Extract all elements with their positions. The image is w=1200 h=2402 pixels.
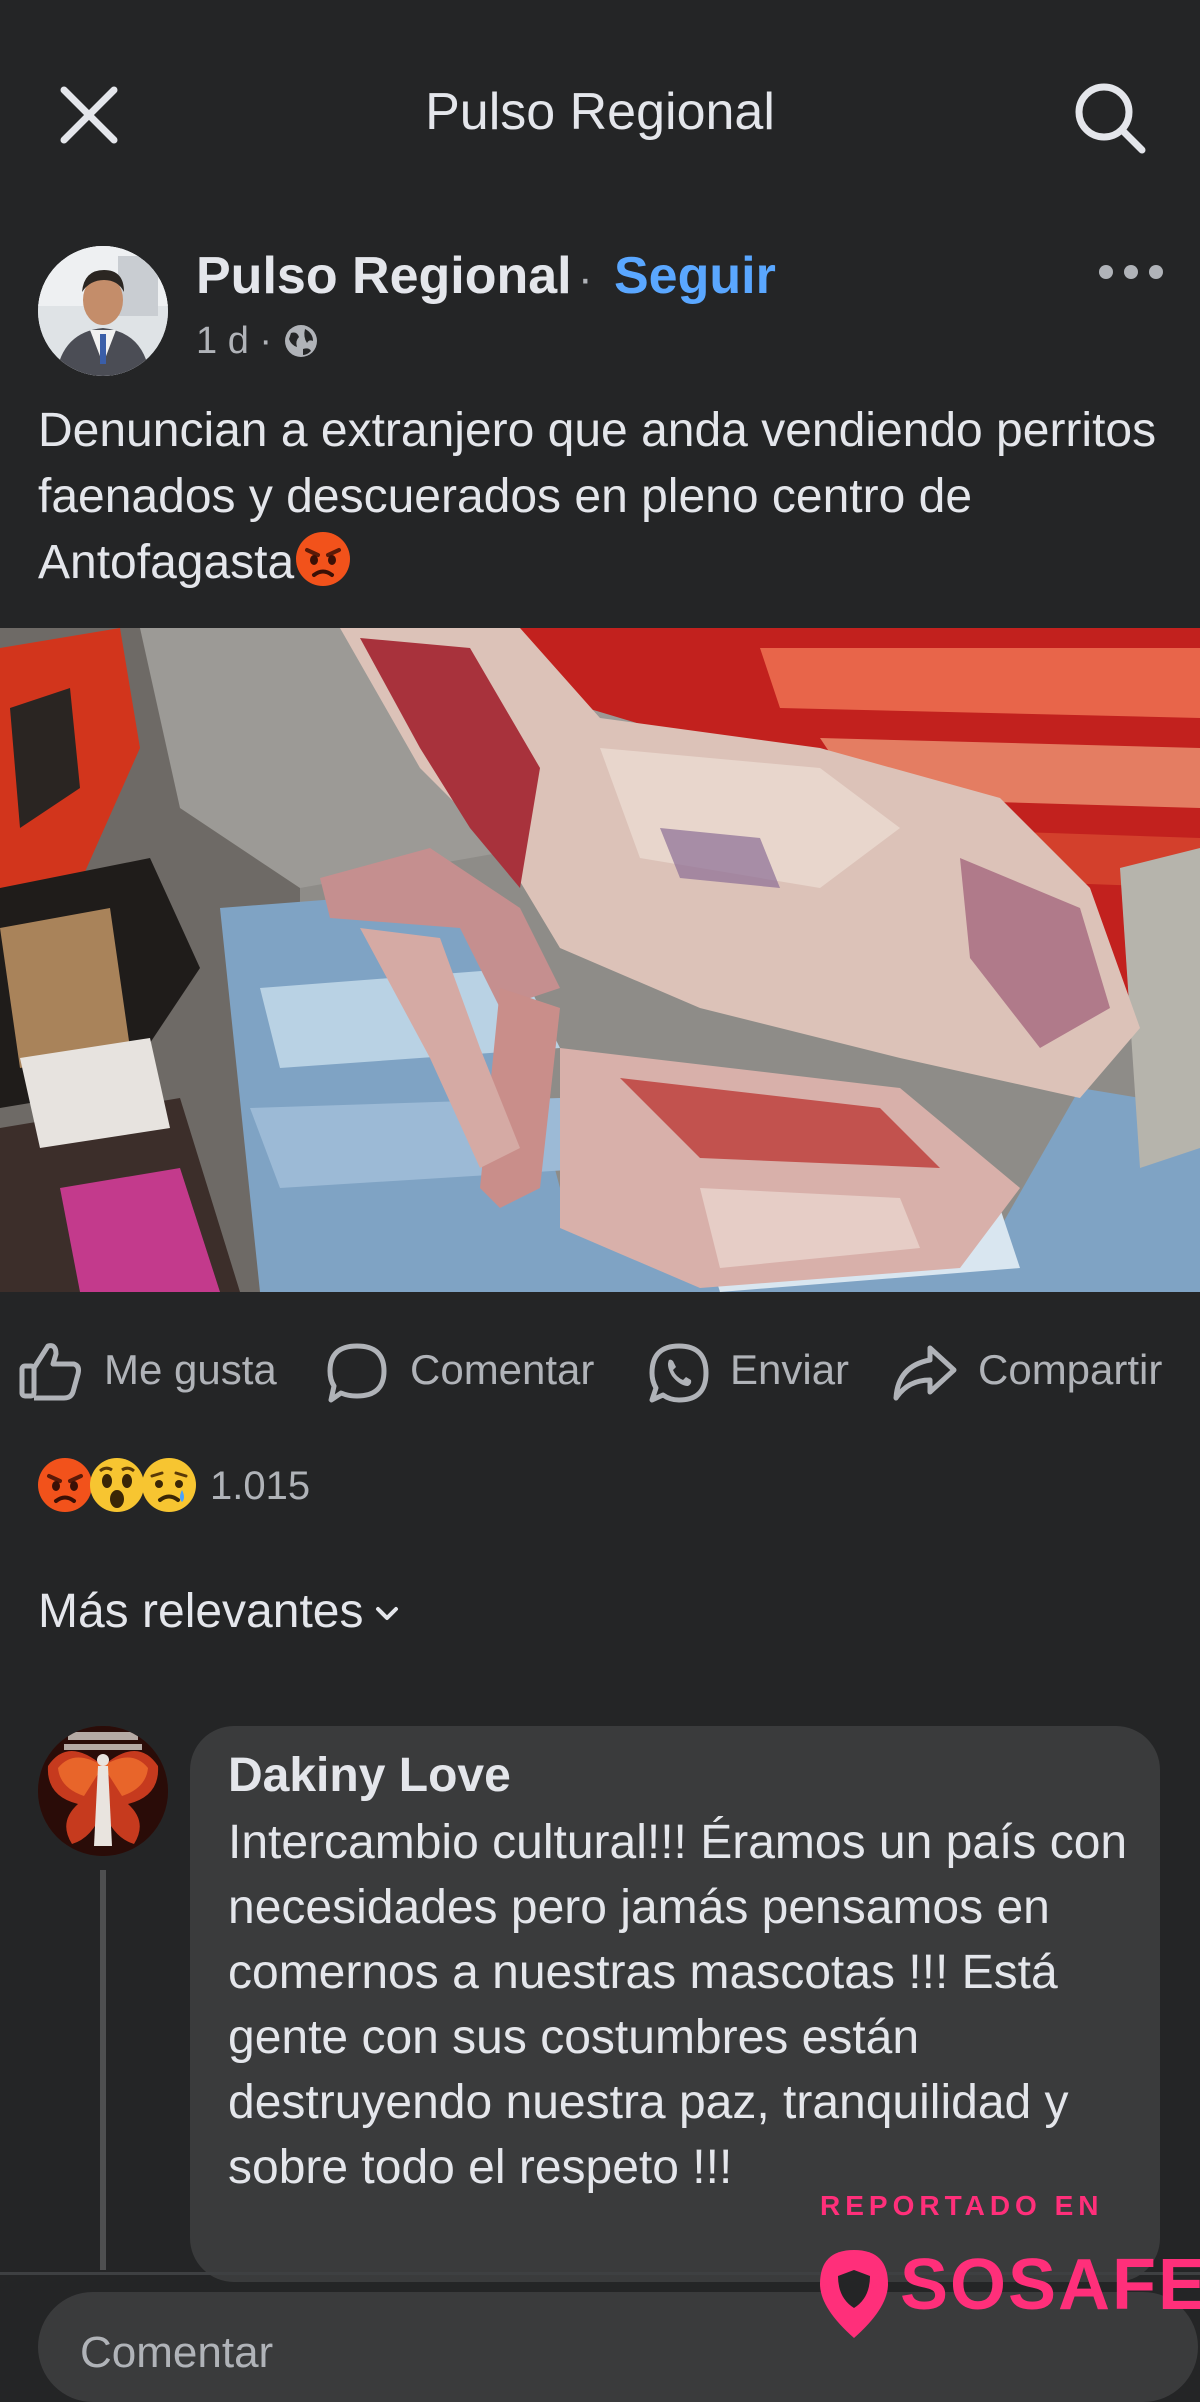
- post-text: Denuncian a extranjero que anda vendiend…: [38, 398, 1168, 596]
- thread-line: [100, 1870, 106, 2270]
- reactions-summary[interactable]: 1.015: [36, 1456, 436, 1516]
- share-label: Compartir: [978, 1346, 1163, 1393]
- top-bar: Pulso Regional: [0, 60, 1200, 170]
- comment-input-placeholder: Comentar: [80, 2328, 274, 2377]
- status-bar: [0, 0, 1200, 14]
- meta-separator: ·: [259, 320, 283, 362]
- comment-icon: [327, 1343, 387, 1403]
- like-button[interactable]: Me gusta: [18, 1336, 288, 1406]
- like-label: Me gusta: [104, 1346, 277, 1393]
- send-label: Enviar: [730, 1346, 850, 1393]
- share-button[interactable]: Compartir: [890, 1336, 1190, 1406]
- page-title: Pulso Regional: [425, 83, 775, 141]
- sad-reaction-icon: [142, 1458, 196, 1512]
- angry-face-emoji: [296, 532, 351, 586]
- watermark-brand: SOSAFE: [900, 2245, 1200, 2325]
- wow-reaction-icon: [90, 1458, 144, 1512]
- comment-text: Intercambio cultural!!! Éramos un país c…: [228, 1816, 1128, 2194]
- post-text-content: Denuncian a extranjero que anda vendiend…: [38, 404, 1157, 589]
- post-author[interactable]: Pulso Regional: [196, 246, 572, 306]
- comment-sort-label: Más relevantes: [38, 1585, 364, 1638]
- whatsapp-icon: [649, 1343, 709, 1403]
- share-icon: [893, 1345, 957, 1401]
- post-meta: 1 d ·: [196, 320, 319, 363]
- chevron-down-icon: [376, 1607, 399, 1621]
- sosafe-watermark: REPORTADO EN SOSAFE: [800, 2190, 1200, 2352]
- post-time[interactable]: 1 d: [196, 320, 249, 362]
- commenter-avatar[interactable]: [38, 1726, 168, 1856]
- thumbs-up-icon: [19, 1343, 81, 1401]
- comment-label: Comentar: [410, 1346, 595, 1393]
- search-icon[interactable]: [1070, 78, 1150, 158]
- location-pin-icon: [820, 2250, 888, 2338]
- reactions-count: 1.015: [210, 1464, 311, 1508]
- follow-button[interactable]: Seguir: [614, 246, 776, 306]
- post-actions: Me gusta Comentar Enviar Compartir: [0, 1322, 1200, 1422]
- comment-sort-dropdown[interactable]: Más relevantes: [38, 1584, 401, 1639]
- more-options-icon[interactable]: [1096, 262, 1166, 282]
- globe-icon: [284, 325, 317, 357]
- post-header: Pulso Regional · Seguir 1 d ·: [0, 240, 1200, 380]
- post-photo[interactable]: [0, 628, 1200, 1292]
- send-button[interactable]: Enviar: [646, 1336, 866, 1406]
- status-icons: [900, 0, 1160, 8]
- separator-dot: ·: [578, 254, 593, 303]
- watermark-top-text: REPORTADO EN: [820, 2190, 1104, 2221]
- page-avatar[interactable]: [38, 246, 168, 376]
- comment-author[interactable]: Dakiny Love: [228, 1748, 511, 1803]
- comment-button[interactable]: Comentar: [324, 1336, 614, 1406]
- angry-reaction-icon: [38, 1458, 92, 1512]
